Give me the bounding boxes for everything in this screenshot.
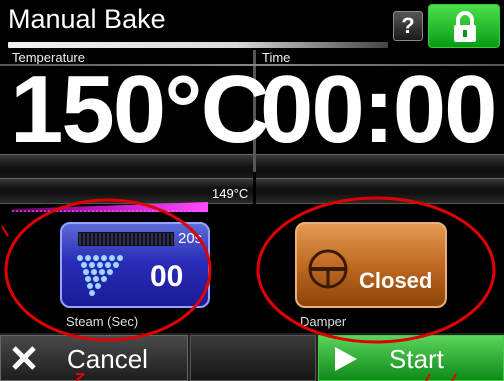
steam-button[interactable]: 20s 00 bbox=[60, 222, 210, 308]
steam-caption: Steam (Sec) bbox=[66, 314, 139, 329]
damper-icon bbox=[308, 249, 348, 289]
start-button[interactable]: Start bbox=[318, 335, 504, 381]
page-title: Manual Bake bbox=[8, 4, 166, 34]
time-track bbox=[256, 178, 504, 204]
actual-temperature: 149°C bbox=[212, 186, 249, 201]
play-icon bbox=[335, 347, 357, 371]
temperature-setpoint[interactable]: 150°C bbox=[10, 60, 270, 160]
damper-caption: Damper bbox=[300, 314, 347, 329]
steam-gauge bbox=[78, 232, 174, 246]
damper-button[interactable]: Closed bbox=[295, 222, 447, 308]
help-button[interactable]: ? bbox=[393, 11, 423, 41]
lock-button[interactable] bbox=[428, 4, 500, 48]
blank-button[interactable] bbox=[190, 335, 316, 381]
lock-icon bbox=[454, 11, 476, 42]
heat-progress-bar bbox=[12, 202, 208, 212]
cancel-label: Cancel bbox=[67, 344, 148, 374]
steam-icon bbox=[77, 255, 123, 296]
steam-value: 00 bbox=[150, 260, 184, 293]
time-value[interactable]: 00:00 bbox=[260, 60, 498, 160]
steam-duration: 20s bbox=[178, 230, 203, 247]
start-label: Start bbox=[389, 344, 444, 374]
close-icon bbox=[12, 346, 36, 370]
damper-status: Closed bbox=[359, 268, 433, 293]
title-underline bbox=[8, 42, 388, 48]
cancel-button[interactable]: Cancel bbox=[0, 335, 188, 381]
